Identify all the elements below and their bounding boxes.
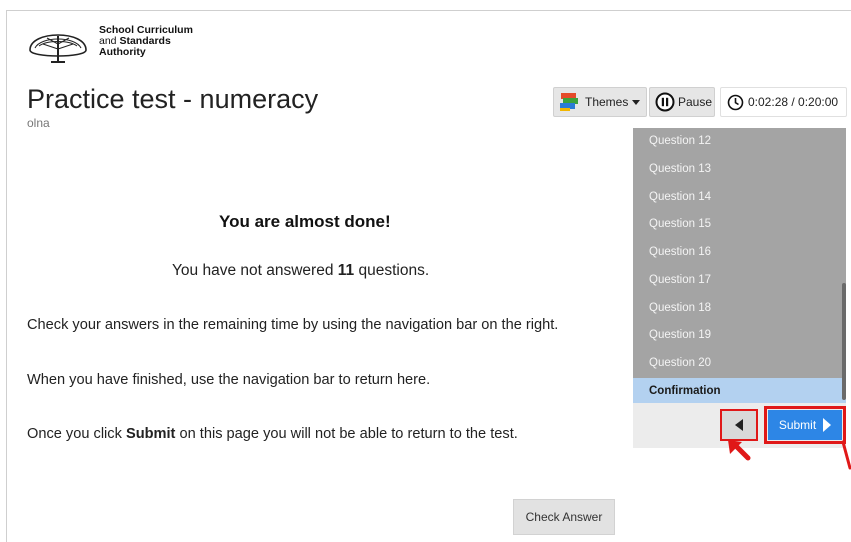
instruction-return: When you have finished, use the navigati…: [27, 372, 431, 388]
nav-item-question-20[interactable]: Question 20: [633, 350, 846, 378]
themes-label: Themes: [585, 95, 629, 109]
submit-button[interactable]: Submit: [768, 410, 842, 440]
timer-display: 0:02:28 / 0:20:00: [720, 87, 847, 117]
submit-label: Submit: [778, 418, 817, 432]
palette-icon: [560, 93, 578, 111]
pause-button[interactable]: Pause: [649, 87, 715, 117]
nav-item-question-13[interactable]: Question 13: [633, 156, 846, 184]
red-arrow-icon: [728, 440, 751, 461]
frame-border-top: [6, 10, 851, 11]
page-subtitle: olna: [27, 116, 50, 130]
instruction-check: Check your answers in the remaining time…: [27, 317, 559, 333]
chevron-down-icon: [632, 99, 641, 105]
instruction-submit: Once you click Submit on this page you w…: [27, 426, 518, 442]
nav-item-question-18[interactable]: Question 18: [633, 295, 846, 323]
timer-text: 0:02:28 / 0:20:00: [748, 95, 839, 109]
nav-item-confirmation[interactable]: Confirmation: [633, 377, 846, 403]
instruction-submit-suffix: on this page you will not be able to ret…: [179, 426, 518, 442]
pause-label: Pause: [678, 95, 713, 109]
nav-item-question-19[interactable]: Question 19: [633, 322, 846, 350]
tree-logo-icon: [29, 34, 87, 63]
nav-item-question-16[interactable]: Question 16: [633, 239, 846, 267]
instruction-submit-bold: Submit: [125, 426, 176, 442]
question-navigation[interactable]: Question 12 Question 13 Question 14 Ques…: [633, 128, 846, 403]
nav-item-question-17[interactable]: Question 17: [633, 267, 846, 295]
check-answer-button[interactable]: Check Answer: [513, 499, 615, 535]
nav-scrollbar[interactable]: [842, 283, 846, 400]
unanswered-prefix: You have not answered: [172, 262, 334, 279]
unanswered-suffix: questions.: [358, 262, 430, 279]
org-line-3: Authority: [99, 46, 146, 58]
triangle-right-icon: [823, 418, 832, 432]
completion-heading: You are almost done!: [219, 212, 391, 231]
unanswered-message: You have not answered 11 questions.: [172, 262, 429, 280]
unanswered-count: 11: [337, 262, 355, 279]
pause-circle-icon: [655, 92, 675, 112]
clock-icon: [727, 94, 744, 110]
instruction-submit-prefix: Once you click: [27, 426, 122, 442]
previous-button[interactable]: [720, 409, 758, 441]
nav-item-question-15[interactable]: Question 15: [633, 211, 846, 239]
nav-item-question-14[interactable]: Question 14: [633, 184, 846, 212]
themes-button[interactable]: Themes: [553, 87, 647, 117]
red-arrow-icon-2: [841, 440, 851, 470]
frame-border-left: [6, 10, 7, 542]
organisation-name: School Curriculum and Standards Authorit…: [99, 25, 193, 58]
triangle-left-icon: [735, 419, 743, 431]
nav-item-question-12[interactable]: Question 12: [633, 128, 846, 156]
page-title: Practice test - numeracy: [27, 84, 319, 114]
